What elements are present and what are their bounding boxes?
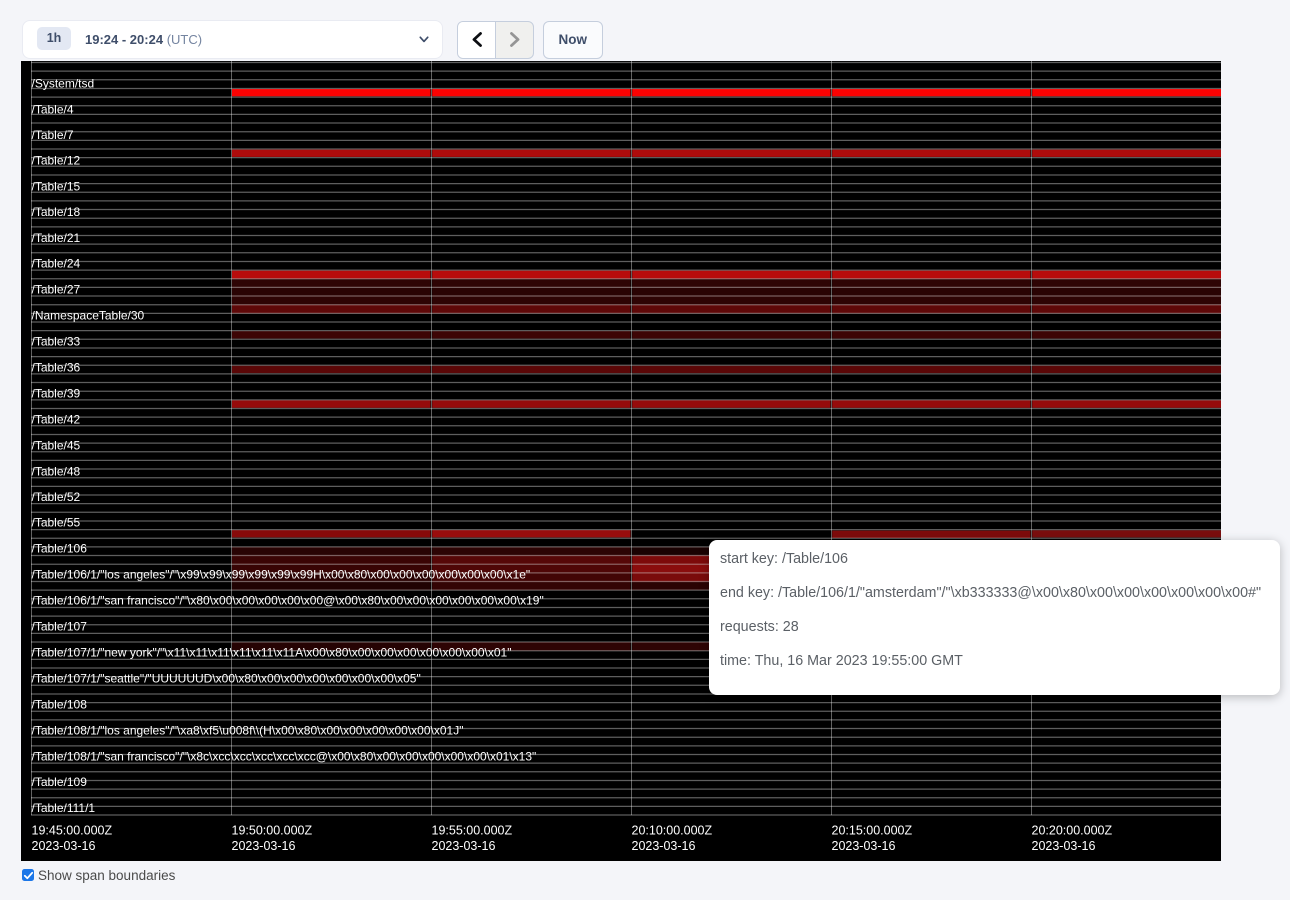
- svg-text:/Table/27: /Table/27: [32, 283, 81, 297]
- svg-text:2023-03-16: 2023-03-16: [632, 839, 696, 853]
- svg-text:/Table/12: /Table/12: [32, 154, 81, 168]
- svg-text:/Table/107: /Table/107: [32, 620, 88, 634]
- svg-text:20:15:00.000Z: 20:15:00.000Z: [832, 824, 913, 838]
- svg-text:/Table/39: /Table/39: [32, 387, 81, 401]
- svg-text:/Table/18: /Table/18: [32, 205, 81, 219]
- svg-text:2023-03-16: 2023-03-16: [432, 839, 496, 853]
- svg-text:/Table/107/1/"new york"/"\x11\: /Table/107/1/"new york"/"\x11\x11\x11\x1…: [32, 646, 512, 660]
- svg-text:/Table/111/1: /Table/111/1: [32, 801, 96, 815]
- svg-text:/NamespaceTable/30: /NamespaceTable/30: [32, 309, 145, 323]
- svg-text:/Table/106: /Table/106: [32, 542, 88, 556]
- svg-text:/Table/109: /Table/109: [32, 775, 88, 789]
- svg-text:/Table/4: /Table/4: [32, 103, 74, 117]
- svg-text:/Table/24: /Table/24: [32, 257, 81, 271]
- svg-text:19:45:00.000Z: 19:45:00.000Z: [32, 824, 113, 838]
- svg-text:20:20:00.000Z: 20:20:00.000Z: [1032, 824, 1113, 838]
- svg-text:20:10:00.000Z: 20:10:00.000Z: [632, 824, 713, 838]
- svg-text:2023-03-16: 2023-03-16: [832, 839, 896, 853]
- svg-text:2023-03-16: 2023-03-16: [232, 839, 296, 853]
- svg-text:19:55:00.000Z: 19:55:00.000Z: [432, 824, 513, 838]
- svg-text:/Table/108: /Table/108: [32, 698, 88, 712]
- svg-text:/Table/106/1/"los angeles"/"\x: /Table/106/1/"los angeles"/"\x99\x99\x99…: [32, 568, 531, 582]
- svg-text:/Table/108/1/"los angeles"/"\x: /Table/108/1/"los angeles"/"\xa8\xf5\u00…: [32, 724, 464, 738]
- svg-text:/Table/36: /Table/36: [32, 361, 81, 375]
- svg-text:/Table/21: /Table/21: [32, 231, 81, 245]
- svg-text:2023-03-16: 2023-03-16: [1032, 839, 1096, 853]
- svg-text:/Table/106/1/"san francisco"/": /Table/106/1/"san francisco"/"\x80\x00\x…: [32, 594, 544, 608]
- svg-text:/System/tsd: /System/tsd: [32, 77, 95, 91]
- svg-text:/Table/55: /Table/55: [32, 516, 81, 530]
- svg-text:/Table/7: /Table/7: [32, 128, 74, 142]
- svg-text:/Table/42: /Table/42: [32, 413, 81, 427]
- svg-text:19:50:00.000Z: 19:50:00.000Z: [232, 824, 313, 838]
- svg-text:/Table/15: /Table/15: [32, 180, 81, 194]
- svg-text:/Table/52: /Table/52: [32, 490, 81, 504]
- svg-text:/Table/107/1/"seattle"/"UUUUUU: /Table/107/1/"seattle"/"UUUUUUD\x00\x80\…: [32, 672, 421, 686]
- svg-text:/Table/108/1/"san francisco"/": /Table/108/1/"san francisco"/"\x8c\xcc\x…: [32, 750, 537, 764]
- svg-text:/Table/45: /Table/45: [32, 439, 81, 453]
- svg-text:/Table/48: /Table/48: [32, 465, 81, 479]
- svg-text:/Table/33: /Table/33: [32, 335, 81, 349]
- svg-text:2023-03-16: 2023-03-16: [32, 839, 96, 853]
